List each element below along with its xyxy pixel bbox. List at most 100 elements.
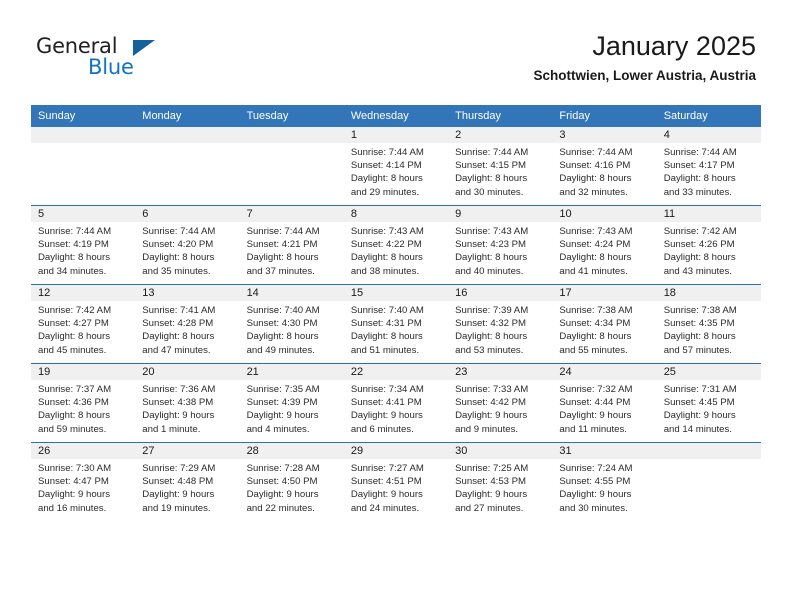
day-detail-line: and 53 minutes. xyxy=(455,344,524,356)
calendar-day-cell[interactable]: 26 Sunrise: 7:30 AM Sunset: 4:47 PM Dayligh… xyxy=(31,442,136,521)
day-detail-line: Sunrise: 7:32 AM xyxy=(559,384,633,395)
calendar-day-cell[interactable]: 9 Sunrise: 7:43 AM Sunset: 4:23 PM Daylight… xyxy=(448,205,553,285)
calendar-day-cell[interactable]: 29 Sunrise: 7:27 AM Sunset: 4:51 PM Dayligh… xyxy=(343,442,449,521)
calendar-day-cell[interactable]: 22 Sunrise: 7:34 AM Sunset: 4:41 PM Dayligh… xyxy=(343,363,449,443)
day-detail-line: Sunset: 4:22 PM xyxy=(350,239,422,251)
day-detail-line: Daylight: 8 hours xyxy=(559,331,632,343)
day-detail-line: Sunset: 4:45 PM xyxy=(663,397,735,409)
day-detail-line: Daylight: 8 hours xyxy=(559,252,632,264)
calendar-day-cell[interactable]: 5 Sunrise: 7:44 AM Sunset: 4:19 PM Daylight… xyxy=(31,205,136,285)
day-number: 31 xyxy=(552,443,657,459)
day-details: Sunrise: 7:38 AM Sunset: 4:35 PM Daylight:… xyxy=(657,301,761,357)
day-details: Sunrise: 7:31 AM Sunset: 4:45 PM Daylight:… xyxy=(657,380,761,436)
calendar-day-cell[interactable]: 18 Sunrise: 7:38 AM Sunset: 4:35 PM Dayligh… xyxy=(656,284,761,364)
day-detail-line: Daylight: 8 hours xyxy=(142,331,215,343)
calendar-day-cell[interactable]: 7 Sunrise: 7:44 AM Sunset: 4:21 PM Daylight… xyxy=(239,205,344,285)
day-detail-line: and 11 minutes. xyxy=(559,423,627,435)
day-detail-line: Sunrise: 7:31 AM xyxy=(663,384,737,395)
calendar-day-cell[interactable]: 3 Sunrise: 7:44 AM Sunset: 4:16 PM Daylight… xyxy=(552,127,657,206)
day-detail-line: Daylight: 8 hours xyxy=(663,331,736,343)
day-detail-line: Daylight: 9 hours xyxy=(246,489,319,501)
day-number: 14 xyxy=(239,285,344,301)
day-detail-line: Sunset: 4:28 PM xyxy=(142,318,214,330)
day-detail-line: Daylight: 8 hours xyxy=(350,331,423,343)
day-number: 28 xyxy=(239,443,344,459)
day-detail-line: Sunset: 4:14 PM xyxy=(350,160,422,172)
logo-text-general: General xyxy=(36,34,118,58)
day-details: Sunrise: 7:38 AM Sunset: 4:34 PM Daylight:… xyxy=(552,301,656,357)
day-details: Sunrise: 7:43 AM Sunset: 4:22 PM Daylight:… xyxy=(344,222,448,278)
day-detail-line: Sunrise: 7:27 AM xyxy=(350,463,424,474)
calendar-day-cell-empty xyxy=(31,127,136,206)
day-details: Sunrise: 7:37 AM Sunset: 4:36 PM Daylight:… xyxy=(31,380,135,436)
day-detail-line: Daylight: 9 hours xyxy=(246,410,319,422)
calendar-day-cell[interactable]: 13 Sunrise: 7:41 AM Sunset: 4:28 PM Dayligh… xyxy=(135,284,240,364)
day-number: 22 xyxy=(343,364,449,380)
calendar-day-cell[interactable]: 10 Sunrise: 7:43 AM Sunset: 4:24 PM Dayligh… xyxy=(552,205,657,285)
calendar-day-cell[interactable]: 2 Sunrise: 7:44 AM Sunset: 4:15 PM Daylight… xyxy=(448,127,553,206)
day-number: 27 xyxy=(135,443,240,459)
day-details: Sunrise: 7:44 AM Sunset: 4:14 PM Daylight:… xyxy=(344,143,448,199)
day-number: 30 xyxy=(448,443,553,459)
day-details: Sunrise: 7:35 AM Sunset: 4:39 PM Daylight:… xyxy=(240,380,344,436)
day-details: Sunrise: 7:39 AM Sunset: 4:32 PM Daylight:… xyxy=(448,301,552,357)
day-detail-line: Daylight: 8 hours xyxy=(350,173,423,185)
day-detail-line: Sunset: 4:23 PM xyxy=(455,239,527,251)
calendar-day-cell[interactable]: 16 Sunrise: 7:39 AM Sunset: 4:32 PM Dayligh… xyxy=(448,284,553,364)
calendar-day-cell[interactable]: 20 Sunrise: 7:36 AM Sunset: 4:38 PM Dayligh… xyxy=(135,363,240,443)
logo-triangle-icon xyxy=(133,40,155,56)
calendar-day-cell[interactable]: 12 Sunrise: 7:42 AM Sunset: 4:27 PM Dayligh… xyxy=(31,284,136,364)
calendar-day-cell[interactable]: 6 Sunrise: 7:44 AM Sunset: 4:20 PM Daylight… xyxy=(135,205,240,285)
weekday-header-monday: Monday xyxy=(135,105,240,127)
calendar-day-cell[interactable]: 4 Sunrise: 7:44 AM Sunset: 4:17 PM Daylight… xyxy=(656,127,761,206)
day-number: 15 xyxy=(343,285,449,301)
calendar-day-cell[interactable]: 19 Sunrise: 7:37 AM Sunset: 4:36 PM Dayligh… xyxy=(31,363,136,443)
day-number: 21 xyxy=(239,364,344,380)
day-detail-line: Daylight: 8 hours xyxy=(142,252,215,264)
day-details: Sunrise: 7:25 AM Sunset: 4:53 PM Daylight:… xyxy=(448,459,552,515)
day-details: Sunrise: 7:44 AM Sunset: 4:20 PM Daylight:… xyxy=(135,222,239,278)
calendar-day-cell[interactable]: 15 Sunrise: 7:40 AM Sunset: 4:31 PM Dayligh… xyxy=(343,284,449,364)
day-detail-line: and 34 minutes. xyxy=(38,265,107,277)
day-number: 24 xyxy=(552,364,657,380)
day-detail-line: Sunrise: 7:37 AM xyxy=(38,384,112,395)
calendar-day-cell[interactable]: 30 Sunrise: 7:25 AM Sunset: 4:53 PM Dayligh… xyxy=(448,442,553,521)
day-detail-line: Daylight: 9 hours xyxy=(38,489,110,501)
day-detail-line: and 38 minutes. xyxy=(350,265,420,277)
day-detail-line: Sunset: 4:41 PM xyxy=(350,397,422,409)
day-detail-line: and 47 minutes. xyxy=(142,344,211,356)
calendar-day-cell[interactable]: 27 Sunrise: 7:29 AM Sunset: 4:48 PM Dayligh… xyxy=(135,442,240,521)
day-number: 9 xyxy=(448,206,553,222)
calendar-day-cell[interactable]: 14 Sunrise: 7:40 AM Sunset: 4:30 PM Dayligh… xyxy=(239,284,344,364)
day-detail-line: Sunrise: 7:43 AM xyxy=(350,226,424,237)
calendar-day-cell[interactable]: 21 Sunrise: 7:35 AM Sunset: 4:39 PM Dayligh… xyxy=(239,363,344,443)
calendar-day-cell[interactable]: 25 Sunrise: 7:31 AM Sunset: 4:45 PM Dayligh… xyxy=(656,363,761,443)
day-detail-line: and 27 minutes. xyxy=(455,502,524,514)
calendar-day-cell[interactable]: 17 Sunrise: 7:38 AM Sunset: 4:34 PM Dayligh… xyxy=(552,284,657,364)
calendar-day-cell[interactable]: 24 Sunrise: 7:32 AM Sunset: 4:44 PM Dayligh… xyxy=(552,363,657,443)
day-number: 1 xyxy=(343,127,449,143)
page-header: General Blue January 2025 Schottwien, Lo… xyxy=(0,0,792,100)
calendar-week-row: 5 Sunrise: 7:44 AM Sunset: 4:19 PM Daylight… xyxy=(31,205,761,285)
calendar-day-cell[interactable]: 31 Sunrise: 7:24 AM Sunset: 4:55 PM Dayligh… xyxy=(552,442,657,521)
calendar-day-cell[interactable]: 23 Sunrise: 7:33 AM Sunset: 4:42 PM Dayligh… xyxy=(448,363,553,443)
calendar-day-cell[interactable]: 1 Sunrise: 7:44 AM Sunset: 4:14 PM Daylight… xyxy=(343,127,449,206)
day-detail-line: Sunrise: 7:43 AM xyxy=(559,226,633,237)
day-detail-line: Sunrise: 7:30 AM xyxy=(38,463,112,474)
calendar-day-cell[interactable]: 11 Sunrise: 7:42 AM Sunset: 4:26 PM Dayligh… xyxy=(656,205,761,285)
day-detail-line: Daylight: 8 hours xyxy=(38,252,110,264)
day-details: Sunrise: 7:28 AM Sunset: 4:50 PM Daylight:… xyxy=(240,459,344,515)
day-detail-line: Sunset: 4:53 PM xyxy=(455,476,527,488)
day-detail-line: and 30 minutes. xyxy=(559,502,628,514)
calendar-week-row: 12 Sunrise: 7:42 AM Sunset: 4:27 PM Dayligh… xyxy=(31,284,761,364)
day-number xyxy=(135,127,240,143)
day-detail-line: Daylight: 9 hours xyxy=(559,489,632,501)
generalblue-logo: General Blue xyxy=(36,36,236,86)
calendar-day-cell[interactable]: 28 Sunrise: 7:28 AM Sunset: 4:50 PM Dayligh… xyxy=(239,442,344,521)
day-details: Sunrise: 7:36 AM Sunset: 4:38 PM Daylight:… xyxy=(135,380,239,436)
day-detail-line: Sunset: 4:32 PM xyxy=(455,318,527,330)
weekday-header-tuesday: Tuesday xyxy=(239,105,344,127)
calendar-day-cell[interactable]: 8 Sunrise: 7:43 AM Sunset: 4:22 PM Daylight… xyxy=(343,205,449,285)
day-details: Sunrise: 7:29 AM Sunset: 4:48 PM Daylight:… xyxy=(135,459,239,515)
day-detail-line: Sunrise: 7:35 AM xyxy=(246,384,320,395)
